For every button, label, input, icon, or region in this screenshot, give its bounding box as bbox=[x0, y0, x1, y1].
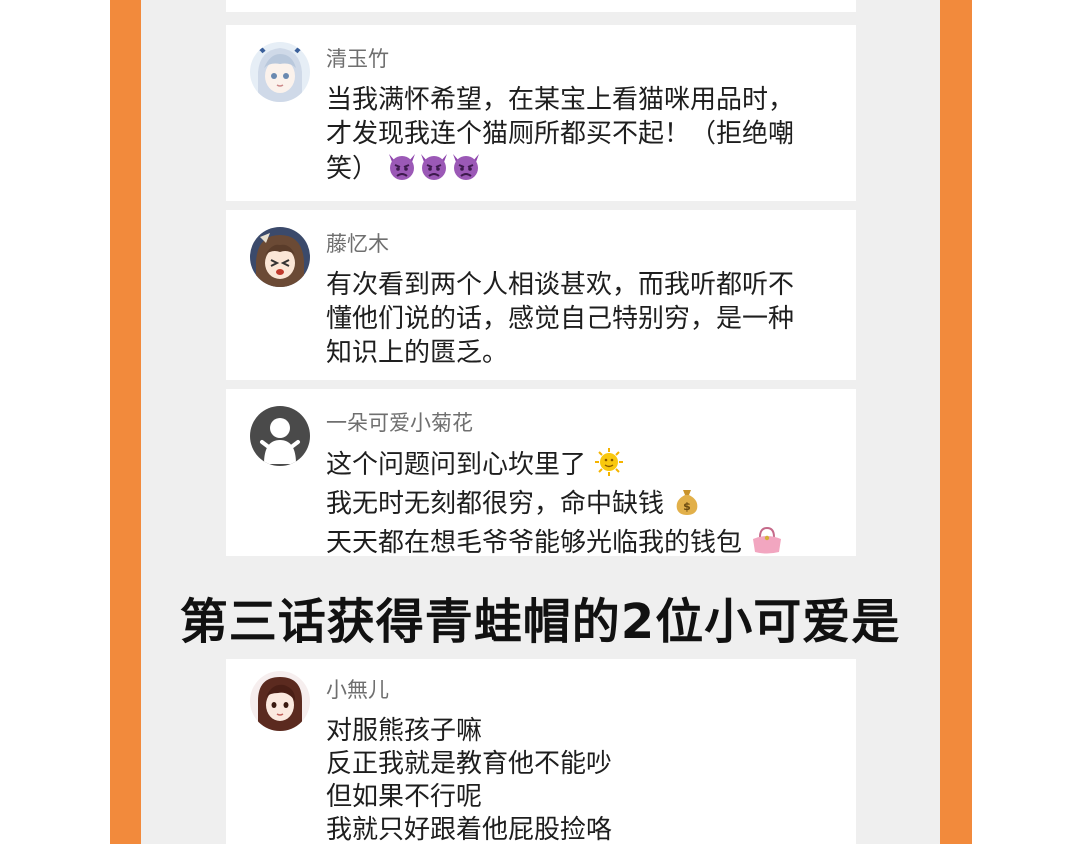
comment-line: 知识上的匮乏。 bbox=[326, 338, 509, 368]
comment-line: 懂他们说的话，感觉自己特别穷，是一种 bbox=[326, 304, 795, 334]
comment-line: 但如果不行呢 bbox=[326, 782, 483, 812]
comment-text: 这个问题问到心坎里了 我无时无刻都很穷，命中缺钱 $ 天天都在想毛爷爷能够光临我… bbox=[326, 447, 836, 564]
comment-line: 笑） bbox=[326, 151, 836, 190]
comment-line-text: 笑） bbox=[326, 154, 379, 184]
comment-username[interactable]: 一朵可爱小菊花 bbox=[326, 407, 473, 437]
comment-line: 天天都在想毛爷爷能够光临我的钱包 bbox=[326, 525, 836, 564]
avatar[interactable] bbox=[250, 227, 310, 287]
winners-headline: 第三话获得青蛙帽的2位小可爱是 bbox=[179, 594, 901, 650]
sun-face-icon bbox=[594, 447, 624, 486]
svg-text:$: $ bbox=[683, 500, 691, 513]
comment-line: 我就只好跟着他屁股捡咯 bbox=[326, 815, 613, 845]
comment-username[interactable]: 清玉竹 bbox=[326, 43, 389, 73]
purse-icon bbox=[750, 525, 784, 564]
angry-devil-icon bbox=[386, 151, 418, 190]
avatar[interactable] bbox=[250, 406, 310, 466]
comment-card: 藤忆木 有次看到两个人相谈甚欢，而我听都听不 懂他们说的话，感觉自己特别穷，是一… bbox=[226, 210, 856, 380]
comment-line-text: 我无时无刻都很穷，命中缺钱 bbox=[326, 489, 665, 519]
comment-username[interactable]: 藤忆木 bbox=[326, 228, 389, 258]
winner-comment-card: 小無儿 对服熊孩子嘛 反正我就是教育他不能吵 但如果不行呢 我就只好跟着他屁股捡… bbox=[226, 659, 856, 847]
comment-line: 我无时无刻都很穷，命中缺钱 $ bbox=[326, 486, 836, 525]
comment-line: 反正我就是教育他不能吵 bbox=[326, 749, 613, 779]
comment-username[interactable]: 小無儿 bbox=[326, 674, 389, 704]
avatar[interactable] bbox=[250, 671, 310, 731]
previous-comment-card bbox=[226, 0, 856, 12]
comment-line: 当我满怀希望，在某宝上看猫咪用品时， bbox=[326, 85, 795, 115]
angry-devil-icon bbox=[418, 151, 450, 190]
comment-text: 对服熊孩子嘛 反正我就是教育他不能吵 但如果不行呢 我就只好跟着他屁股捡咯 bbox=[326, 715, 836, 847]
comment-line: 这个问题问到心坎里了 bbox=[326, 447, 836, 486]
comment-line-text: 这个问题问到心坎里了 bbox=[326, 450, 587, 480]
avatar[interactable] bbox=[250, 42, 310, 102]
comment-line: 对服熊孩子嘛 bbox=[326, 716, 483, 746]
comment-card: 清玉竹 当我满怀希望，在某宝上看猫咪用品时， 才发现我连个猫厕所都买不起！（拒绝… bbox=[226, 25, 856, 201]
angry-devil-icon bbox=[450, 151, 482, 190]
money-bag-icon: $ bbox=[672, 486, 702, 525]
comment-text: 有次看到两个人相谈甚欢，而我听都听不 懂他们说的话，感觉自己特别穷，是一种 知识… bbox=[326, 268, 836, 370]
comment-line-text: 天天都在想毛爷爷能够光临我的钱包 bbox=[326, 528, 743, 558]
comment-line: 才发现我连个猫厕所都买不起！（拒绝嘲 bbox=[326, 119, 795, 149]
comment-line: 有次看到两个人相谈甚欢，而我听都听不 bbox=[326, 270, 795, 300]
comment-text: 当我满怀希望，在某宝上看猫咪用品时， 才发现我连个猫厕所都买不起！（拒绝嘲 笑） bbox=[326, 83, 836, 190]
comment-card: 一朵可爱小菊花 这个问题问到心坎里了 我无时无刻都很穷，命中缺钱 $ 天天都在想… bbox=[226, 389, 856, 558]
